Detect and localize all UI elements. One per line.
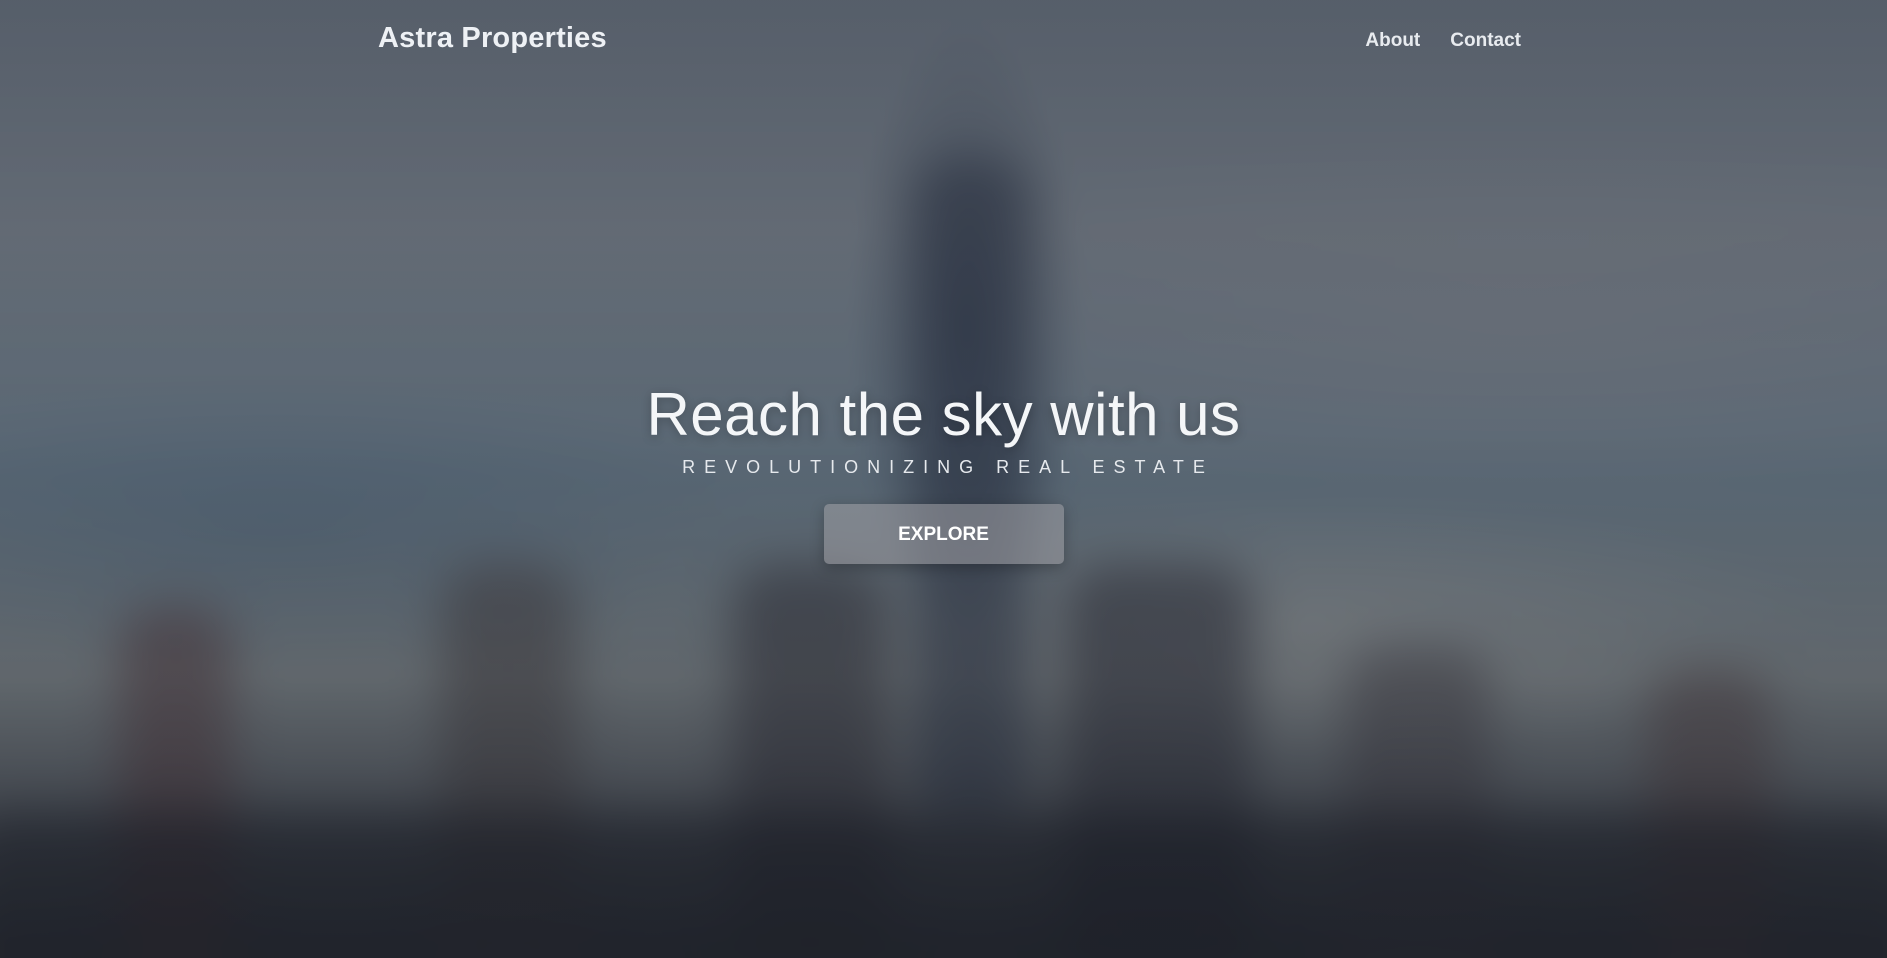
hero-subtitle: REVOLUTIONIZING REAL ESTATE bbox=[682, 457, 1214, 477]
nav-links: About Contact bbox=[1365, 30, 1521, 52]
brand-logo-text[interactable]: Astra Properties bbox=[378, 22, 607, 55]
hero-title: Reach the sky with us bbox=[646, 381, 1241, 448]
top-navbar: Astra Properties About Contact bbox=[0, 0, 1887, 84]
nav-link-contact[interactable]: Contact bbox=[1450, 30, 1521, 52]
landing-page: Astra Properties About Contact Reach the… bbox=[0, 0, 1887, 958]
explore-button[interactable]: EXPLORE bbox=[823, 504, 1064, 564]
hero-section: Reach the sky with us REVOLUTIONIZING RE… bbox=[0, 380, 1887, 564]
nav-link-about[interactable]: About bbox=[1365, 30, 1420, 52]
